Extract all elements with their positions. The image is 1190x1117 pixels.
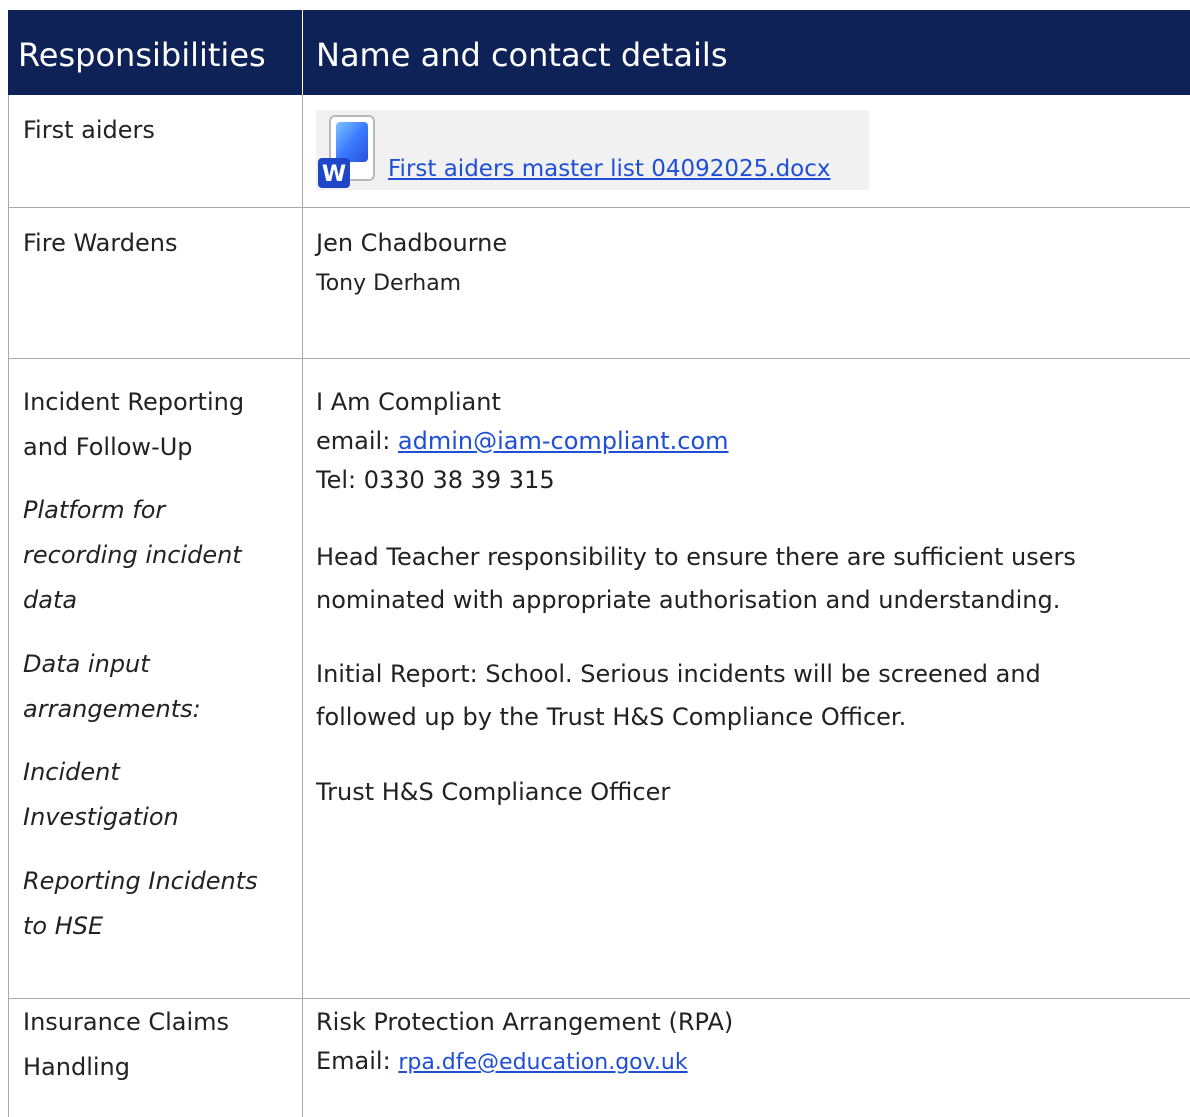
incident-sub-line: Incident [23,758,120,786]
incident-sub-line: Investigation [23,803,179,831]
attachment-chip[interactable]: W First aiders master list 04092025.docx [316,110,869,190]
incident-sub-line: Reporting Incidents [23,867,258,895]
incident-paragraph: Trust H&S Compliance Officer [316,778,671,806]
row-divider [8,358,1190,359]
incident-email-link[interactable]: admin@iam-compliant.com [398,427,729,455]
table-header: Responsibilities Name and contact detail… [8,10,1190,95]
table-left-border [8,95,9,1117]
svg-text:W: W [322,162,346,187]
table-column-divider [302,95,303,1117]
incident-sub-line: Data input [23,650,150,678]
incident-sub-line: recording incident [23,541,242,569]
row-divider [8,998,1190,999]
incident-tel: Tel: 0330 38 39 315 [316,466,555,494]
word-document-icon: W [318,115,375,188]
header-name-contact: Name and contact details [316,36,728,74]
insurance-label-line: Insurance Claims [23,1008,230,1036]
email-label: email: [316,427,398,455]
fire-warden-name: Tony Derham [316,271,462,296]
insurance-email-link[interactable]: rpa.dfe@education.gov.uk [398,1050,687,1075]
first-aiders-label: First aiders [23,116,155,144]
insurance-email-line: Email: rpa.dfe@education.gov.uk [316,1039,688,1085]
incident-label-line: Incident Reporting [23,388,245,416]
incident-paragraph: Initial Report: School. Serious incident… [316,660,1041,688]
row-divider [8,207,1190,208]
fire-warden-name: Jen Chadbourne [316,229,508,257]
header-divider [302,10,303,95]
incident-sub-line: Platform for [23,496,166,524]
insurance-label-line: Handling [23,1053,130,1081]
incident-sub-line: to HSE [23,912,104,940]
responsibilities-table: Responsibilities Name and contact detail… [8,10,1190,1117]
header-responsibilities: Responsibilities [18,36,266,74]
incident-label-line: and Follow-Up [23,433,193,461]
fire-wardens-label: Fire Wardens [23,229,178,257]
incident-sub-line: arrangements: [23,695,201,723]
incident-paragraph: followed up by the Trust H&S Compliance … [316,703,907,731]
incident-paragraph: nominated with appropriate authorisation… [316,586,1061,614]
incident-paragraph: Head Teacher responsibility to ensure th… [316,543,1076,571]
incident-sub-line: data [23,586,78,614]
email-label: Email: [316,1047,399,1075]
attachment-link[interactable]: First aiders master list 04092025.docx [388,150,831,188]
